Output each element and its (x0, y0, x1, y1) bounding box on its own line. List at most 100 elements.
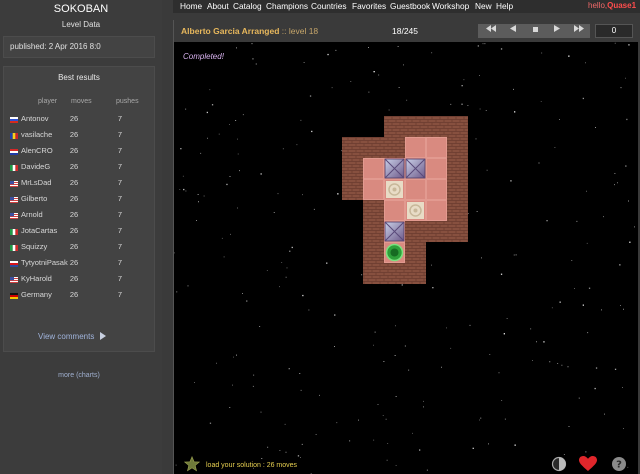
nav-champions[interactable]: Champions (266, 1, 308, 11)
wall-tile (426, 116, 447, 137)
player-moves: 26 (69, 226, 79, 235)
player-pushes: 7 (117, 146, 123, 155)
wall-tile (342, 158, 363, 179)
wall-tile (384, 137, 405, 158)
heart-icon[interactable] (579, 456, 597, 472)
nav-favorites[interactable]: Favorites (352, 1, 386, 11)
load-solution-link[interactable]: load your solution : 26 moves (206, 462, 297, 469)
nav-guestbook[interactable]: Guestbook (390, 1, 430, 11)
player-name[interactable]: Arnold (21, 210, 43, 219)
nav-new[interactable]: New (475, 1, 492, 11)
flag-icon (10, 260, 18, 267)
player-pushes: 7 (117, 226, 123, 235)
nav-workshop[interactable]: Workshop (432, 1, 469, 11)
flag-icon (10, 164, 18, 171)
nav-about[interactable]: About (207, 1, 229, 11)
player-pushes: 7 (117, 194, 123, 203)
player-name[interactable]: vasilache (21, 130, 52, 139)
player-name[interactable]: Antonov (21, 114, 49, 123)
results-row: Antonov 26 7 (4, 111, 154, 127)
star-icon[interactable] (184, 456, 200, 472)
flag-icon (10, 148, 18, 155)
wall-tile (342, 179, 363, 200)
nav-help[interactable]: Help (496, 1, 513, 11)
level-counter: 18/245 (392, 26, 418, 36)
results-row: Arnold 26 7 (4, 207, 154, 223)
help-icon[interactable]: ? (611, 456, 627, 472)
nav-home[interactable]: Home (180, 1, 202, 11)
top-navigation: Home About Catalog Champions Countries F… (173, 0, 640, 13)
view-comments-link[interactable]: View comments (38, 332, 106, 341)
published-date: published: 2 Apr 2016 8:0 (10, 42, 101, 51)
level-data-heading: Level Data (61, 20, 101, 29)
player-name[interactable]: AlenCRO (21, 146, 53, 155)
column-header-player: player (38, 98, 58, 105)
nav-countries[interactable]: Countries (311, 1, 347, 11)
status-message: Completed! (183, 52, 224, 61)
sokoban-board[interactable] (342, 116, 468, 286)
greeting-prefix: hello, (588, 1, 608, 10)
next-icon (554, 25, 560, 32)
move-counter: 0 (595, 24, 633, 38)
wall-tile (447, 200, 468, 221)
first-button[interactable] (480, 24, 502, 38)
wall-tile (447, 158, 468, 179)
player-pushes: 7 (117, 178, 123, 187)
box-on-goal (384, 158, 405, 179)
wall-tile (447, 137, 468, 158)
player-pushes: 7 (117, 290, 123, 299)
player-name[interactable]: Germany (21, 290, 52, 299)
flag-icon (10, 132, 18, 139)
results-row: vasilache 26 7 (4, 127, 154, 143)
results-row: Germany 26 7 (4, 287, 154, 303)
results-row: AlenCRO 26 7 (4, 143, 154, 159)
last-button[interactable] (568, 24, 590, 38)
wall-tile (405, 263, 426, 284)
player-moves: 26 (69, 290, 79, 299)
site-logo[interactable]: SOKOBAN (0, 0, 162, 15)
more-link[interactable]: more (58, 372, 74, 379)
player-moves: 26 (69, 162, 79, 171)
player-moves: 26 (69, 194, 79, 203)
player-name[interactable]: MrLsDad (21, 178, 51, 187)
player-name[interactable]: Gilberto (21, 194, 47, 203)
goal-tile (405, 200, 426, 221)
player-pushes: 7 (117, 258, 123, 267)
charts-link[interactable]: (charts) (76, 372, 100, 379)
best-results-heading: Best results (58, 73, 100, 82)
sidebar: SOKOBAN Level Data published: 2 Apr 2016… (0, 0, 162, 474)
floor-tile (405, 137, 426, 158)
flag-icon (10, 180, 18, 187)
player-name[interactable]: DavideG (21, 162, 50, 171)
game-panel: Alberto Garcia Arranged :: level 18 18/2… (173, 20, 638, 474)
player-name[interactable]: KyHarold (21, 274, 52, 283)
nav-catalog[interactable]: Catalog (233, 1, 262, 11)
wall-tile (363, 263, 384, 284)
prev-button[interactable] (502, 24, 524, 38)
player-icon (384, 242, 405, 263)
next-button[interactable] (546, 24, 568, 38)
view-comments-label: View comments (38, 332, 95, 341)
player-pushes: 7 (117, 210, 123, 219)
player-name[interactable]: Squizzy (21, 242, 47, 251)
wall-tile (447, 116, 468, 137)
goal-tile (384, 179, 405, 200)
player-pushes: 7 (117, 114, 123, 123)
wall-tile (342, 137, 363, 158)
wall-tile (363, 200, 384, 221)
flag-icon (10, 228, 18, 235)
results-row: MrLsDad 26 7 (4, 175, 154, 191)
player-pushes: 7 (117, 274, 123, 283)
column-header-moves: moves (71, 98, 92, 105)
user-greeting[interactable]: hello,Quase1 (588, 1, 636, 10)
results-row: KyHarold 26 7 (4, 271, 154, 287)
floor-tile (405, 179, 426, 200)
stop-button[interactable] (524, 24, 546, 38)
floor-tile (426, 158, 447, 179)
arrow-right-icon (99, 332, 106, 340)
contrast-icon[interactable] (551, 456, 567, 472)
wall-tile (447, 221, 468, 242)
player-name[interactable]: JotaCartas (21, 226, 57, 235)
results-row: DavideG 26 7 (4, 159, 154, 175)
player-moves: 26 (69, 242, 79, 251)
